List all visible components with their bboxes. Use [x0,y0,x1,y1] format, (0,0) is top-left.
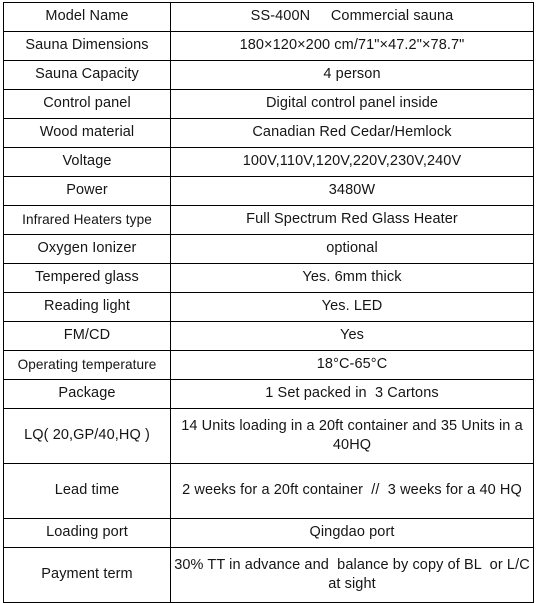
spec-label-cell: Wood material [3,118,171,148]
table-row: Control panel Digital control panel insid… [3,89,534,119]
spec-label-cell: Operating temperature [3,350,171,380]
table-row: Package 1 Set packed in 3 Cartons [3,379,534,409]
spec-value-cell: Full Spectrum Red Glass Heater [170,205,534,235]
table-row: Voltage 100V,110V,120V,220V,230V,240V [3,147,534,177]
table-row: Tempered glass Yes. 6mm thick [3,263,534,293]
table-row: Payment term 30% TT in advance and balanc… [3,547,534,603]
table-row: Operating temperature 18°C-65°C [3,350,534,380]
spec-value-cell: Canadian Red Cedar/Hemlock [170,118,534,148]
spec-table-body: Model Name SS-400N Commercial sauna Sauna … [3,2,534,603]
spec-label-cell: FM/CD [3,321,171,351]
table-row: Lead time 2 weeks for a 20ft container //… [3,463,534,519]
table-row: Power 3480W [3,176,534,206]
table-row: LQ( 20,GP/40,HQ ) 14 Units loading in a 2… [3,408,534,464]
table-row: FM/CD Yes [3,321,534,351]
spec-value-cell: 4 person [170,60,534,90]
spec-value-cell: Yes. 6mm thick [170,263,534,293]
spec-label-cell: Oxygen Ionizer [3,234,171,264]
spec-label-cell: Model Name [3,2,171,32]
spec-value-cell: Digital control panel inside [170,89,534,119]
table-row: Oxygen Ionizer optional [3,234,534,264]
spec-label-cell: Payment term [3,547,171,603]
spec-value-cell: Yes [170,321,534,351]
spec-value-cell: 100V,110V,120V,220V,230V,240V [170,147,534,177]
spec-value-cell: 3480W [170,176,534,206]
spec-value-cell: 30% TT in advance and balance by copy of… [170,547,534,603]
spec-label-cell: Tempered glass [3,263,171,293]
spec-label-cell: Infrared Heaters type [3,205,171,235]
spec-value-cell: SS-400N Commercial sauna [170,2,534,32]
spec-label-cell: Package [3,379,171,409]
table-row: Reading light Yes. LED [3,292,534,322]
spec-label-cell: Voltage [3,147,171,177]
table-row: Wood material Canadian Red Cedar/Hemlock [3,118,534,148]
spec-value-cell: 2 weeks for a 20ft container // 3 weeks … [170,463,534,519]
spec-label-cell: Power [3,176,171,206]
spec-label-cell: Control panel [3,89,171,119]
spec-label-cell: Reading light [3,292,171,322]
table-row: Loading port Qingdao port [3,518,534,548]
spec-value-cell: 1 Set packed in 3 Cartons [170,379,534,409]
product-specification-table: Model Name SS-400N Commercial sauna Sauna … [3,2,534,603]
table-row: Infrared Heaters type Full Spectrum Red G… [3,205,534,235]
spec-value-cell: optional [170,234,534,264]
spec-label-cell: Lead time [3,463,171,519]
table-row: Sauna Dimensions 180×120×200 cm/71"×47.2"… [3,31,534,61]
spec-value-cell: Yes. LED [170,292,534,322]
spec-label-cell: Loading port [3,518,171,548]
spec-value-cell: 14 Units loading in a 20ft container and… [170,408,534,464]
spec-label-cell: LQ( 20,GP/40,HQ ) [3,408,171,464]
spec-value-cell: Qingdao port [170,518,534,548]
spec-label-cell: Sauna Dimensions [3,31,171,61]
spec-value-cell: 180×120×200 cm/71"×47.2"×78.7" [170,31,534,61]
spec-value-cell: 18°C-65°C [170,350,534,380]
table-row: Sauna Capacity 4 person [3,60,534,90]
spec-label-cell: Sauna Capacity [3,60,171,90]
table-row: Model Name SS-400N Commercial sauna [3,2,534,32]
